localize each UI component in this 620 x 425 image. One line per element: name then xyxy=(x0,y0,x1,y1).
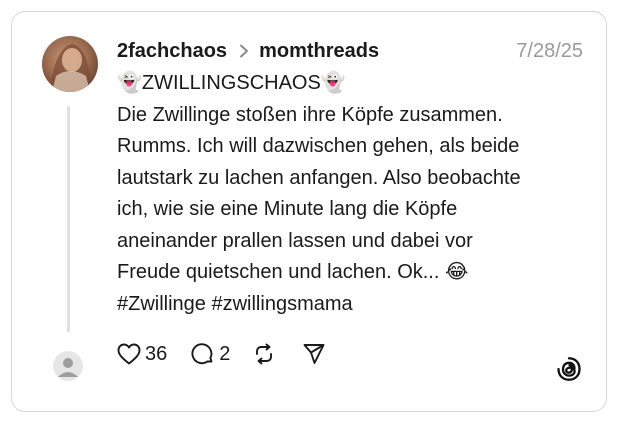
community-name[interactable]: momthreads xyxy=(259,40,379,63)
share-button[interactable] xyxy=(302,342,326,366)
post-line: Freude quietschen und lachen. Ok... 😂 xyxy=(117,261,469,283)
user-avatar[interactable] xyxy=(42,36,98,92)
comment-icon xyxy=(191,342,215,366)
repost-button[interactable] xyxy=(252,342,276,366)
action-bar: 36 2 xyxy=(117,341,326,367)
username[interactable]: 2fachchaos xyxy=(117,40,227,63)
post-text: 👻ZWILLINGSCHAOS👻 Die Zwillinge stoßen ih… xyxy=(117,68,587,320)
post-line: lautstark zu lachen anfangen. Also beoba… xyxy=(117,166,521,189)
post-date: 7/28/25 xyxy=(516,40,583,62)
reply-avatar[interactable] xyxy=(53,351,83,381)
post-header: 2fachchaos momthreads xyxy=(117,38,379,64)
heart-icon xyxy=(117,343,141,365)
hashtags-line[interactable]: #Zwillinge #zwillingsmama xyxy=(117,289,587,321)
threads-logo-icon xyxy=(556,356,582,382)
send-icon xyxy=(302,342,326,366)
post-title-line: 👻ZWILLINGSCHAOS👻 xyxy=(117,72,346,94)
like-button[interactable]: 36 xyxy=(117,343,167,366)
post-line: Rumms. Ich will dazwischen gehen, als be… xyxy=(117,135,520,157)
post-line: aneinander prallen lassen und dabei vor xyxy=(117,229,473,252)
post-line: ich, wie sie eine Minute lang die Köpfe xyxy=(117,198,458,220)
like-count: 36 xyxy=(145,342,168,365)
thread-line xyxy=(67,106,70,332)
repost-icon xyxy=(252,342,276,366)
reply-count: 2 xyxy=(219,342,231,365)
chevron-right-icon xyxy=(239,44,249,58)
post-line: Die Zwillinge stoßen ihre Köpfe zusammen… xyxy=(117,103,503,126)
reply-button[interactable]: 2 xyxy=(191,342,230,366)
